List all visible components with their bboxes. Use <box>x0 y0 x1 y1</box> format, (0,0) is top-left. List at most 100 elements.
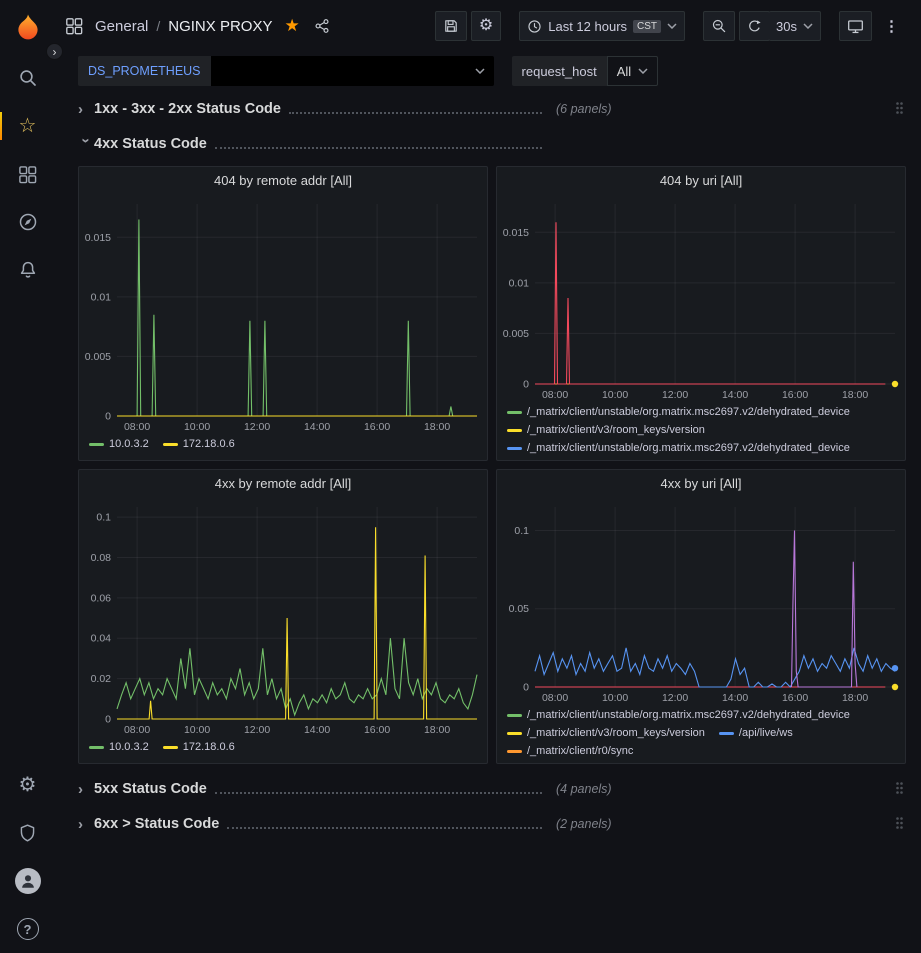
legend-color-mark <box>507 750 522 753</box>
legend-item[interactable]: /_matrix/client/r0/sync <box>507 743 633 760</box>
zoom-out-icon <box>711 18 727 34</box>
legend-item[interactable]: /sw.js <box>719 458 766 460</box>
kebab-menu-button[interactable]: ⋮ <box>876 11 907 41</box>
panel-404-by-remote-addr: 404 by remote addr [All] 00.0050.010.015… <box>78 166 488 461</box>
sidebar: › ☆ <box>0 0 55 953</box>
legend-item[interactable]: /_matrix/client/v3/room_keys/version <box>507 422 705 439</box>
svg-text:0.01: 0.01 <box>509 277 530 289</box>
svg-text:16:00: 16:00 <box>782 389 808 401</box>
panel-title[interactable]: 4xx by uri [All] <box>497 470 905 497</box>
dashboards-grid-icon <box>18 165 37 184</box>
legend-item[interactable]: /_matrix/client/unstable/org.matrix.msc2… <box>507 761 850 763</box>
legend-item[interactable]: /_matrix/client/unstable/org.matrix.msc2… <box>507 404 850 421</box>
breadcrumb-folder[interactable]: General <box>95 18 148 35</box>
timezone-badge: CST <box>633 20 661 33</box>
svg-text:0.02: 0.02 <box>91 673 112 685</box>
sidebar-expand-button[interactable]: › <box>46 43 63 60</box>
sidebar-item-search[interactable] <box>0 54 55 102</box>
row-drag-handle[interactable] <box>893 99 906 120</box>
panel-title[interactable]: 4xx by remote addr [All] <box>79 470 487 497</box>
compass-icon <box>18 212 38 232</box>
row-header-6xx[interactable]: › 6xx > Status Code (2 panels) <box>78 811 906 837</box>
star-icon: ☆ <box>19 116 37 136</box>
panel-title[interactable]: 404 by remote addr [All] <box>79 167 487 194</box>
drag-dots-icon <box>895 101 904 115</box>
dashboard-topbar: General / NGINX PROXY ★ <box>55 0 921 52</box>
legend-item[interactable]: 10.0.3.2 <box>89 436 149 453</box>
legend-item[interactable]: /_matrix/client/v3/room_keys/version <box>507 458 705 460</box>
drag-dots-icon <box>895 816 904 830</box>
legend-item[interactable]: /api/live/ws <box>719 725 793 742</box>
sidebar-item-dashboards[interactable] <box>0 150 55 198</box>
row-header-1xx-3xx-2xx[interactable]: › 1xx - 3xx - 2xx Status Code (6 panels) <box>78 96 906 122</box>
dotted-leader <box>227 820 542 829</box>
legend-item[interactable]: /_matrix/client/unstable/org.matrix.msc2… <box>507 707 850 724</box>
legend-color-mark <box>507 429 522 432</box>
tv-mode-button[interactable] <box>839 11 872 41</box>
chart-canvas[interactable]: 00.0050.010.01508:0010:0012:0014:0016:00… <box>79 194 487 434</box>
panel-title[interactable]: 404 by uri [All] <box>497 167 905 194</box>
row-drag-handle[interactable] <box>893 814 906 835</box>
chevron-right-icon: › <box>53 45 57 59</box>
panel-404-by-uri: 404 by uri [All] 00.0050.010.01508:0010:… <box>496 166 906 461</box>
svg-text:14:00: 14:00 <box>304 724 330 736</box>
row-header-5xx[interactable]: › 5xx Status Code (4 panels) <box>78 776 906 802</box>
legend-label: /_matrix/client/v3/room_keys/version <box>527 725 705 742</box>
sidebar-item-alerting[interactable] <box>0 246 55 294</box>
legend-item[interactable]: /_matrix/client/unstable/org.matrix.msc2… <box>507 440 850 457</box>
dashboard-title[interactable]: NGINX PROXY <box>168 18 272 35</box>
row-drag-handle[interactable] <box>893 779 906 800</box>
dashboard-settings-button[interactable]: ⚙ <box>471 11 501 41</box>
request-host-variable-value[interactable]: All <box>607 56 658 86</box>
sidebar-item-starred[interactable]: ☆ <box>0 102 55 150</box>
zoom-out-button[interactable] <box>703 11 735 41</box>
chart-canvas[interactable]: 00.0050.010.01508:0010:0012:0014:0016:00… <box>497 194 905 402</box>
favorite-star-icon[interactable]: ★ <box>284 16 299 36</box>
svg-text:12:00: 12:00 <box>662 389 688 401</box>
dashboard-canvas: › 1xx - 3xx - 2xx Status Code (6 panels) <box>55 90 921 953</box>
legend-color-mark <box>163 746 178 749</box>
row-panel-count: (4 panels) <box>556 782 612 796</box>
sidebar-item-profile[interactable] <box>0 857 55 905</box>
row-header-4xx[interactable]: › 4xx Status Code <box>78 131 906 157</box>
chart-canvas[interactable]: 00.020.040.060.080.108:0010:0012:0014:00… <box>79 497 487 737</box>
svg-text:10:00: 10:00 <box>602 692 628 704</box>
legend-color-mark <box>507 732 522 735</box>
datasource-variable-value[interactable] <box>211 56 494 86</box>
svg-text:18:00: 18:00 <box>842 389 868 401</box>
svg-text:0.05: 0.05 <box>509 603 530 615</box>
grafana-logo[interactable] <box>14 0 42 54</box>
legend-label: /_matrix/client/v3/room_keys/version <box>527 458 705 460</box>
save-dashboard-button[interactable] <box>435 11 467 41</box>
refresh-button[interactable] <box>739 11 770 41</box>
legend-color-mark <box>89 746 104 749</box>
sidebar-item-configuration[interactable]: ⚙ <box>0 761 55 809</box>
share-icon[interactable] <box>314 18 330 34</box>
shield-icon <box>18 823 37 843</box>
svg-text:12:00: 12:00 <box>244 724 270 736</box>
legend-item[interactable]: 172.18.0.6 <box>163 436 235 453</box>
avatar <box>15 868 41 894</box>
sidebar-item-explore[interactable] <box>0 198 55 246</box>
legend-item[interactable]: 10.0.3.2 <box>89 739 149 756</box>
legend-item[interactable]: /_matrix/client/v3/room_keys/version <box>507 725 705 742</box>
svg-text:0.015: 0.015 <box>503 227 529 239</box>
panel-legend: 10.0.3.2 172.18.0.6 <box>79 434 487 460</box>
sidebar-item-help[interactable]: ? <box>0 905 55 953</box>
chevron-right-icon: › <box>78 101 94 118</box>
sidebar-item-server-admin[interactable] <box>0 809 55 857</box>
gear-icon: ⚙ <box>479 18 493 34</box>
svg-text:0: 0 <box>105 714 111 726</box>
legend-label: 172.18.0.6 <box>183 739 235 756</box>
legend-item[interactable]: 172.18.0.6 <box>163 739 235 756</box>
time-range-picker[interactable]: Last 12 hours CST <box>519 11 685 41</box>
svg-text:0.08: 0.08 <box>91 552 112 564</box>
chart-canvas[interactable]: 00.050.108:0010:0012:0014:0016:0018:00 <box>497 497 905 705</box>
datasource-variable-label[interactable]: DS_PROMETHEUS <box>78 56 211 86</box>
refresh-interval-dropdown[interactable]: 30s <box>769 11 821 41</box>
legend-color-mark <box>507 411 522 414</box>
person-icon <box>19 872 37 890</box>
svg-text:0.04: 0.04 <box>91 633 112 645</box>
request-host-variable-label[interactable]: request_host <box>512 56 607 86</box>
svg-text:10:00: 10:00 <box>184 421 210 433</box>
